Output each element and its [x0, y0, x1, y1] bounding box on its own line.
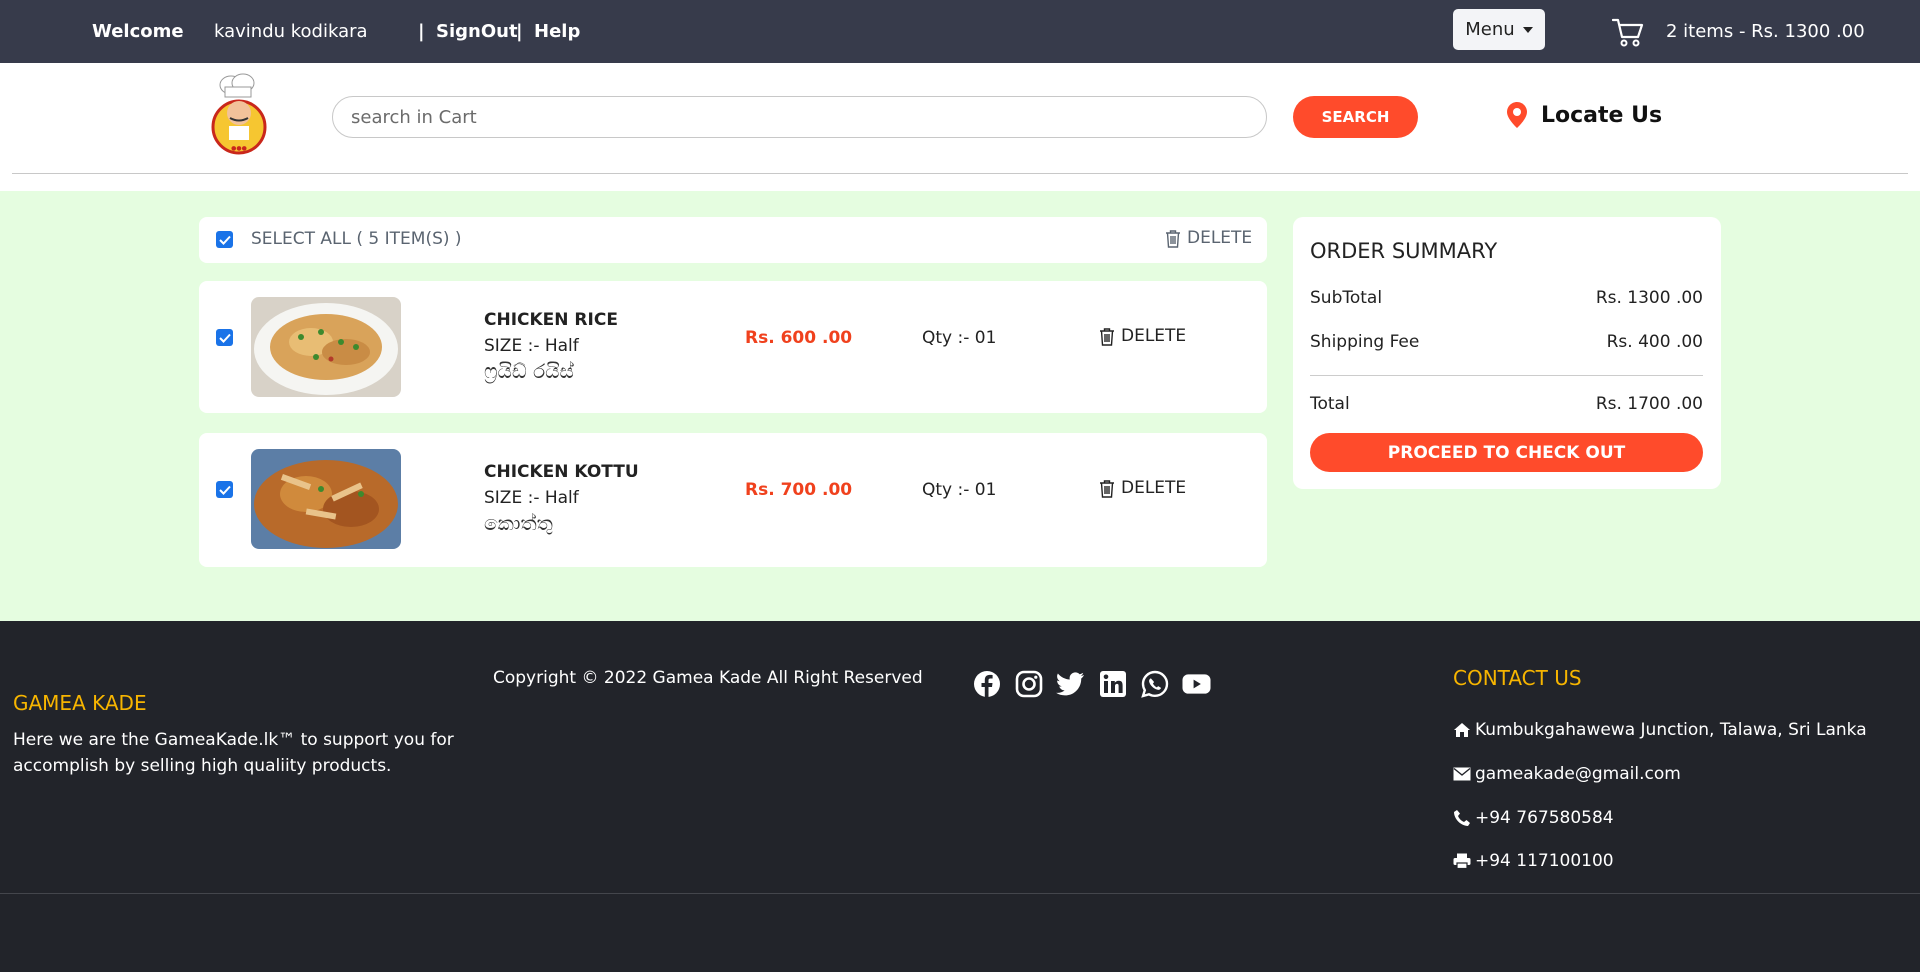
- item-native-name: ෆ්‍රයිඩ් රයිස්: [484, 359, 574, 383]
- item-checkbox[interactable]: [216, 481, 233, 498]
- item-name: CHICKEN RICE: [484, 310, 618, 330]
- help-link[interactable]: Help: [534, 21, 580, 43]
- total-value: Rs. 1700 .00: [1595, 394, 1703, 414]
- menu-label: Menu: [1465, 19, 1515, 40]
- contact-email[interactable]: gameakade@gmail.com: [1453, 764, 1681, 784]
- welcome-label: Welcome: [92, 21, 184, 42]
- site-footer: GAMEA KADE Here we are the GameaKade.lk™…: [0, 621, 1920, 972]
- summary-divider: [1310, 375, 1703, 376]
- top-bar: Welcome kavindu kodikara | SignOut | Hel…: [0, 0, 1920, 63]
- delete-all-label: DELETE: [1187, 228, 1253, 248]
- footer-brand: GAMEA KADE: [13, 691, 147, 715]
- search-input[interactable]: [332, 96, 1267, 138]
- address-text: Kumbukgahawewa Junction, Talawa, Sri Lan…: [1475, 720, 1867, 740]
- header-divider: [12, 173, 1908, 174]
- caret-down-icon: [1522, 26, 1533, 33]
- locate-us-link[interactable]: Locate Us: [1541, 103, 1662, 128]
- item-name: CHICKEN KOTTU: [484, 462, 639, 482]
- trash-icon: [1166, 229, 1180, 248]
- delete-all-button[interactable]: DELETE: [1165, 228, 1252, 248]
- printer-icon: [1453, 853, 1471, 869]
- user-name: kavindu kodikara: [214, 21, 368, 42]
- item-price: Rs. 700 .00: [745, 480, 853, 500]
- menu-dropdown-button[interactable]: Menu: [1453, 9, 1545, 50]
- separator: |: [516, 21, 523, 42]
- shipping-label: Shipping Fee: [1310, 332, 1420, 352]
- subtotal-row: SubTotal Rs. 1300 .00: [1310, 288, 1703, 308]
- delete-label: DELETE: [1121, 478, 1187, 498]
- chicken-kottu-image: [251, 449, 401, 549]
- facebook-icon[interactable]: [972, 669, 1001, 698]
- summary-title: ORDER SUMMARY: [1310, 239, 1498, 263]
- delete-item-button[interactable]: DELETE: [1099, 478, 1186, 498]
- select-all-checkbox[interactable]: [216, 231, 233, 248]
- chicken-rice-image: [251, 297, 401, 397]
- chef-logo[interactable]: ●●●: [207, 71, 271, 155]
- envelope-icon: [1453, 767, 1471, 781]
- contact-fax: +94 117100100: [1453, 851, 1614, 871]
- item-size: SIZE :- Half: [484, 336, 579, 356]
- svg-text:●●●: ●●●: [231, 145, 247, 152]
- item-quantity: Qty :- 01: [922, 480, 997, 500]
- trash-icon: [1100, 327, 1114, 346]
- subtotal-value: Rs. 1300 .00: [1595, 288, 1703, 308]
- social-links: [972, 669, 1211, 698]
- search-button[interactable]: SEARCH: [1293, 96, 1418, 138]
- contact-us-heading: CONTACT US: [1453, 666, 1582, 690]
- subtotal-label: SubTotal: [1310, 288, 1383, 308]
- location-pin-icon[interactable]: [1507, 102, 1527, 132]
- total-row: Total Rs. 1700 .00: [1310, 394, 1703, 414]
- total-label: Total: [1310, 394, 1350, 414]
- copyright-text: Copyright © 2022 Gamea Kade All Right Re…: [493, 668, 923, 688]
- email-text: gameakade@gmail.com: [1475, 764, 1681, 784]
- order-summary: ORDER SUMMARY SubTotal Rs. 1300 .00 Ship…: [1293, 217, 1721, 489]
- item-quantity: Qty :- 01: [922, 328, 997, 348]
- cart-item: CHICKEN KOTTU SIZE :- Half කොත්තු Rs. 70…: [199, 433, 1267, 567]
- home-icon: [1454, 723, 1470, 737]
- delete-label: DELETE: [1121, 326, 1187, 346]
- item-price: Rs. 600 .00: [745, 328, 853, 348]
- whatsapp-icon[interactable]: [1140, 669, 1169, 698]
- trash-icon: [1100, 479, 1114, 498]
- twitter-icon[interactable]: [1056, 669, 1085, 698]
- delete-item-button[interactable]: DELETE: [1099, 326, 1186, 346]
- site-header: ●●● SEARCH Locate Us: [0, 63, 1920, 191]
- cart-item: CHICKEN RICE SIZE :- Half ෆ්‍රයිඩ් රයිස්…: [199, 281, 1267, 413]
- cart-section: SELECT ALL ( 5 ITEM(S) ) DELETE CHICKEN …: [0, 191, 1920, 621]
- proceed-to-checkout-button[interactable]: PROCEED TO CHECK OUT: [1310, 433, 1703, 472]
- shipping-value: Rs. 400 .00: [1606, 332, 1703, 352]
- cart-summary[interactable]: 2 items - Rs. 1300 .00: [1666, 21, 1865, 43]
- contact-address: Kumbukgahawewa Junction, Talawa, Sri Lan…: [1453, 720, 1867, 740]
- separator: |: [418, 21, 425, 42]
- fax-text: +94 117100100: [1475, 851, 1614, 871]
- linkedin-icon[interactable]: [1098, 669, 1127, 698]
- instagram-icon[interactable]: [1014, 669, 1043, 698]
- phone-text: +94 767580584: [1475, 808, 1614, 828]
- youtube-icon[interactable]: [1182, 669, 1211, 698]
- footer-description: Here we are the GameaKade.lk™ to support…: [13, 730, 454, 776]
- item-checkbox[interactable]: [216, 329, 233, 346]
- select-all-bar: SELECT ALL ( 5 ITEM(S) ) DELETE: [199, 217, 1267, 263]
- shipping-row: Shipping Fee Rs. 400 .00: [1310, 332, 1703, 352]
- phone-icon: [1454, 810, 1470, 826]
- item-size: SIZE :- Half: [484, 488, 579, 508]
- footer-divider: [0, 893, 1920, 894]
- contact-phone[interactable]: +94 767580584: [1453, 808, 1614, 828]
- signout-link[interactable]: SignOut: [436, 21, 518, 43]
- item-native-name: කොත්තු: [484, 511, 553, 535]
- cart-icon[interactable]: [1611, 17, 1644, 51]
- select-all-label: SELECT ALL ( 5 ITEM(S) ): [251, 229, 462, 249]
